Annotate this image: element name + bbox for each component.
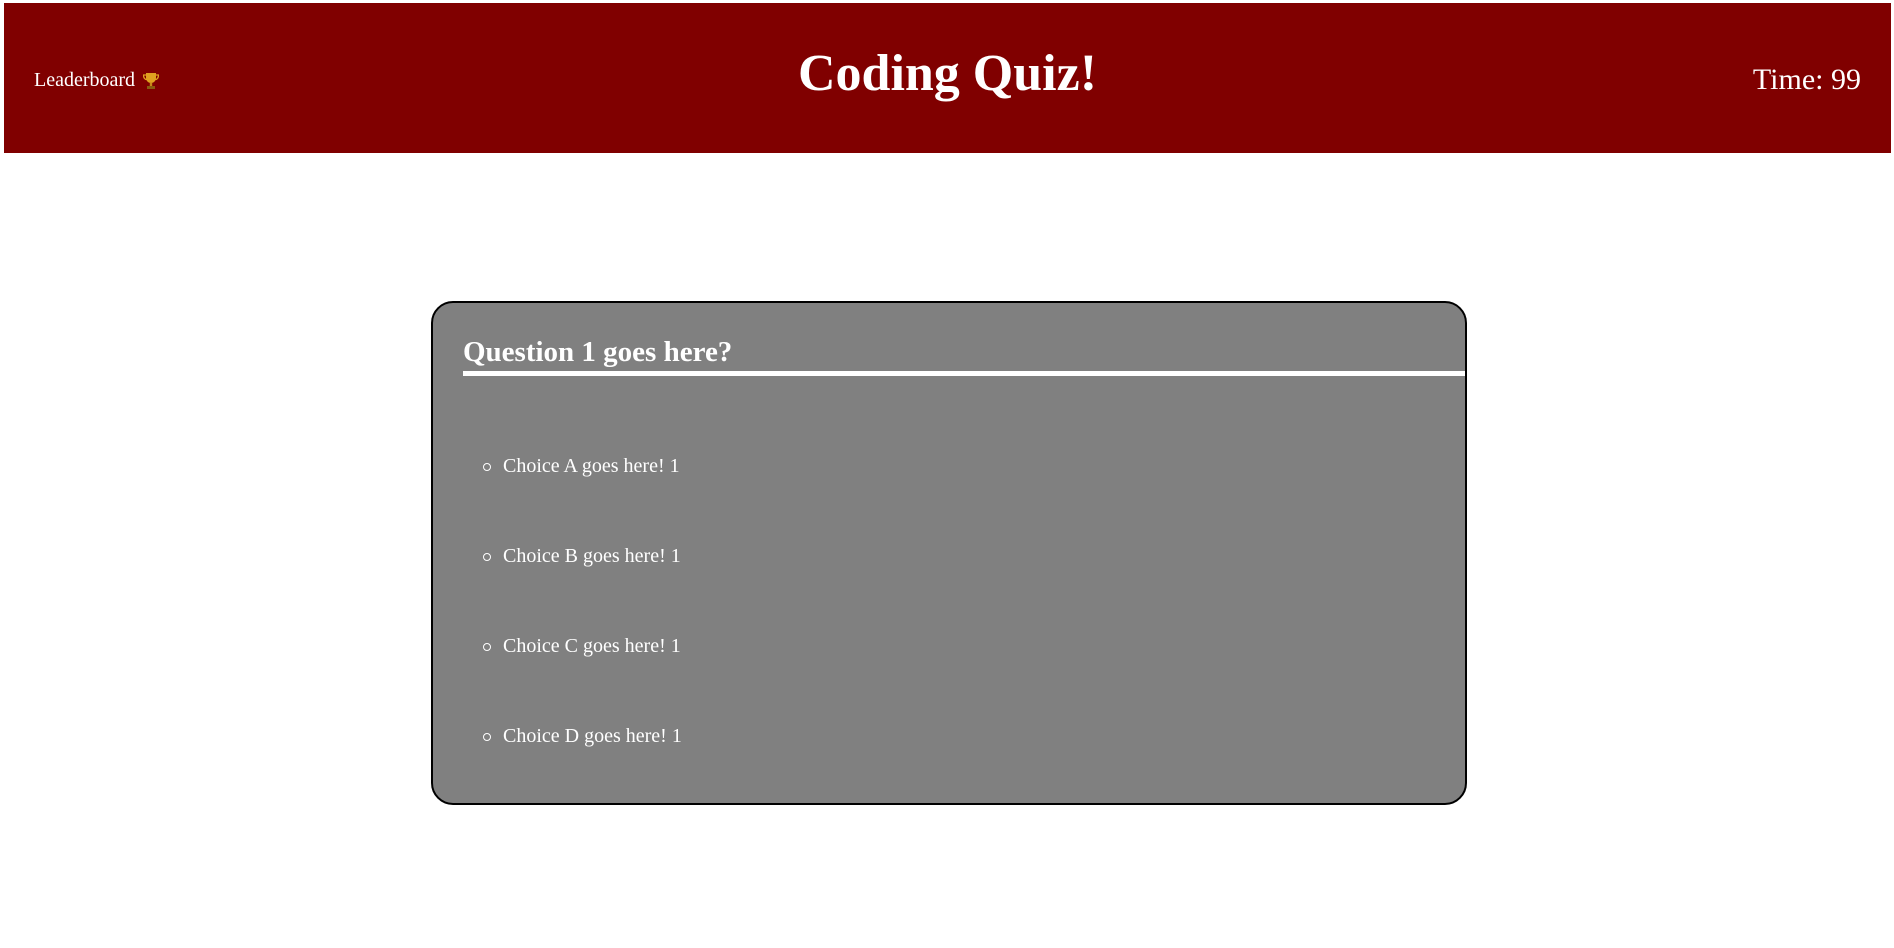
choice-label: Choice A goes here! 1	[503, 455, 680, 477]
choice-label: Choice C goes here! 1	[503, 635, 681, 657]
question-card: Question 1 goes here? Choice A goes here…	[431, 301, 1467, 805]
bullet-icon	[483, 553, 491, 561]
timer-display: Time: 99	[1752, 63, 1861, 96]
bullet-icon	[483, 643, 491, 651]
choice-b[interactable]: Choice B goes here! 1	[483, 545, 682, 635]
choice-d[interactable]: Choice D goes here! 1	[483, 725, 682, 815]
choice-list: Choice A goes here! 1 Choice B goes here…	[483, 455, 682, 815]
question-text: Question 1 goes here?	[463, 335, 1465, 376]
header-bar: Leaderboard Coding Quiz! Time: 99	[4, 3, 1891, 153]
bullet-icon	[483, 463, 491, 471]
bullet-icon	[483, 733, 491, 741]
page-title: Coding Quiz!	[797, 45, 1098, 102]
choice-label: Choice D goes here! 1	[503, 725, 682, 747]
choice-label: Choice B goes here! 1	[503, 545, 681, 567]
choice-c[interactable]: Choice C goes here! 1	[483, 635, 682, 725]
choice-a[interactable]: Choice A goes here! 1	[483, 455, 682, 545]
